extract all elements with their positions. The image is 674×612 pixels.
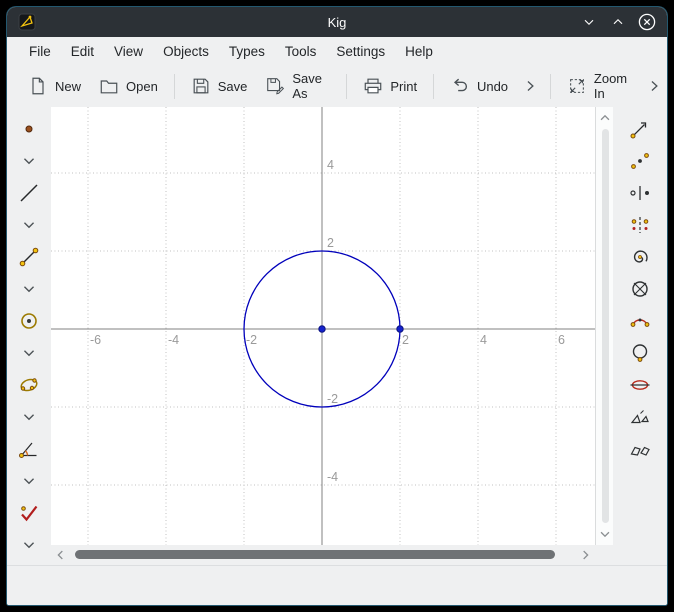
chevron-down-icon[interactable] xyxy=(13,529,45,561)
test-check-icon[interactable] xyxy=(13,497,45,529)
desktop-background: { "window": { "title": "Kig", "control_i… xyxy=(0,0,674,612)
projective-rotation-icon[interactable] xyxy=(624,337,656,369)
minimize-icon[interactable] xyxy=(580,13,598,31)
line-icon[interactable] xyxy=(13,177,45,209)
x-tick-label: 6 xyxy=(558,333,565,347)
menu-view[interactable]: View xyxy=(104,39,153,64)
mirror-icon[interactable] xyxy=(624,209,656,241)
maximize-icon[interactable] xyxy=(609,13,627,31)
chevron-down-icon[interactable] xyxy=(13,337,45,369)
undo-button[interactable]: Undo xyxy=(441,70,517,102)
scroll-down-arrow-icon[interactable] xyxy=(597,526,613,542)
x-tick-label: -2 xyxy=(246,333,257,347)
menu-settings[interactable]: Settings xyxy=(326,39,395,64)
toolbar-overflow-chevron-icon[interactable] xyxy=(641,71,667,101)
chevron-down-icon[interactable] xyxy=(13,273,45,305)
y-tick-label: -2 xyxy=(327,392,338,406)
chevron-down-icon[interactable] xyxy=(13,401,45,433)
undo-icon xyxy=(450,76,470,96)
conic-icon[interactable] xyxy=(13,369,45,401)
scroll-up-arrow-icon[interactable] xyxy=(597,110,613,126)
save-button-label: Save xyxy=(218,79,248,94)
open-button-label: Open xyxy=(126,79,158,94)
save-as-icon xyxy=(265,76,285,96)
save-as-button-label: Save As xyxy=(292,71,330,101)
print-button[interactable]: Print xyxy=(354,70,426,102)
chevron-down-icon[interactable] xyxy=(13,465,45,497)
main-toolbar: New Open Save Save As Print Undo xyxy=(7,65,667,107)
point-reflection-icon[interactable] xyxy=(624,177,656,209)
menu-edit[interactable]: Edit xyxy=(61,39,104,64)
geometry-canvas[interactable]: -6 -4 -2 2 4 6 4 2 -2 -4 xyxy=(51,107,595,545)
rotate-icon[interactable] xyxy=(624,241,656,273)
kig-window: Kig File Edit View Objects Types Tools S… xyxy=(7,7,667,605)
toolbar-separator xyxy=(346,74,347,99)
toolbar-overflow-chevron-icon[interactable] xyxy=(517,71,543,101)
right-tool-column xyxy=(613,107,667,565)
open-folder-icon xyxy=(99,76,119,96)
projectivity-icon[interactable] xyxy=(624,433,656,465)
new-document-icon xyxy=(28,76,48,96)
print-icon xyxy=(363,76,383,96)
toolbar-separator xyxy=(433,74,434,99)
angle-icon[interactable] xyxy=(13,433,45,465)
horizontal-scrollbar[interactable] xyxy=(51,545,595,565)
center-point-object[interactable] xyxy=(319,326,325,332)
scale-icon[interactable] xyxy=(624,401,656,433)
x-tick-label: -4 xyxy=(168,333,179,347)
close-icon[interactable] xyxy=(638,13,656,31)
vertical-scrollbar[interactable] xyxy=(595,107,613,545)
menu-help[interactable]: Help xyxy=(395,39,443,64)
scroll-left-arrow-icon[interactable] xyxy=(53,547,69,563)
window-title: Kig xyxy=(7,15,667,30)
menubar: File Edit View Objects Types Tools Setti… xyxy=(7,37,667,65)
open-button[interactable]: Open xyxy=(90,70,167,102)
zoom-in-icon xyxy=(567,76,587,96)
vertical-scrollbar-handle[interactable] xyxy=(602,129,609,523)
new-button-label: New xyxy=(55,79,81,94)
y-tick-label: -4 xyxy=(327,470,338,484)
print-button-label: Print xyxy=(390,79,417,94)
chevron-down-icon[interactable] xyxy=(13,145,45,177)
x-tick-label: -6 xyxy=(90,333,101,347)
save-button[interactable]: Save xyxy=(182,70,257,102)
zoom-in-button-label: Zoom In xyxy=(594,71,632,101)
toolbar-separator xyxy=(174,74,175,99)
inversion-icon[interactable] xyxy=(624,273,656,305)
axis-tick-labels: -6 -4 -2 2 4 6 4 2 -2 -4 xyxy=(90,158,565,484)
similitude-icon[interactable] xyxy=(624,305,656,337)
undo-button-label: Undo xyxy=(477,79,508,94)
main-area: -6 -4 -2 2 4 6 4 2 -2 -4 xyxy=(7,107,667,565)
reflect-over-point-icon[interactable] xyxy=(624,145,656,177)
toolbar-separator xyxy=(550,74,551,99)
save-icon xyxy=(191,76,211,96)
left-tool-column xyxy=(7,107,51,565)
menu-tools[interactable]: Tools xyxy=(275,39,327,64)
menu-objects[interactable]: Objects xyxy=(153,39,219,64)
save-as-button[interactable]: Save As xyxy=(256,65,339,107)
segment-icon[interactable] xyxy=(13,241,45,273)
horizontal-scrollbar-handle[interactable] xyxy=(75,550,555,559)
canvas-region: -6 -4 -2 2 4 6 4 2 -2 -4 xyxy=(51,107,595,565)
chevron-down-icon[interactable] xyxy=(13,209,45,241)
titlebar[interactable]: Kig xyxy=(7,7,667,37)
radius-point-object[interactable] xyxy=(397,326,403,332)
new-button[interactable]: New xyxy=(19,70,90,102)
window-controls xyxy=(580,13,667,31)
circle-icon[interactable] xyxy=(13,305,45,337)
harmonic-homology-icon[interactable] xyxy=(624,369,656,401)
y-tick-label: 2 xyxy=(327,236,334,250)
zoom-in-button[interactable]: Zoom In xyxy=(558,65,641,107)
x-tick-label: 2 xyxy=(402,333,409,347)
x-tick-label: 4 xyxy=(480,333,487,347)
translate-icon[interactable] xyxy=(624,113,656,145)
y-tick-label: 4 xyxy=(327,158,334,172)
menu-types[interactable]: Types xyxy=(219,39,275,64)
scroll-right-arrow-icon[interactable] xyxy=(577,547,593,563)
menu-file[interactable]: File xyxy=(19,39,61,64)
status-bar xyxy=(7,565,667,605)
point-icon[interactable] xyxy=(13,113,45,145)
